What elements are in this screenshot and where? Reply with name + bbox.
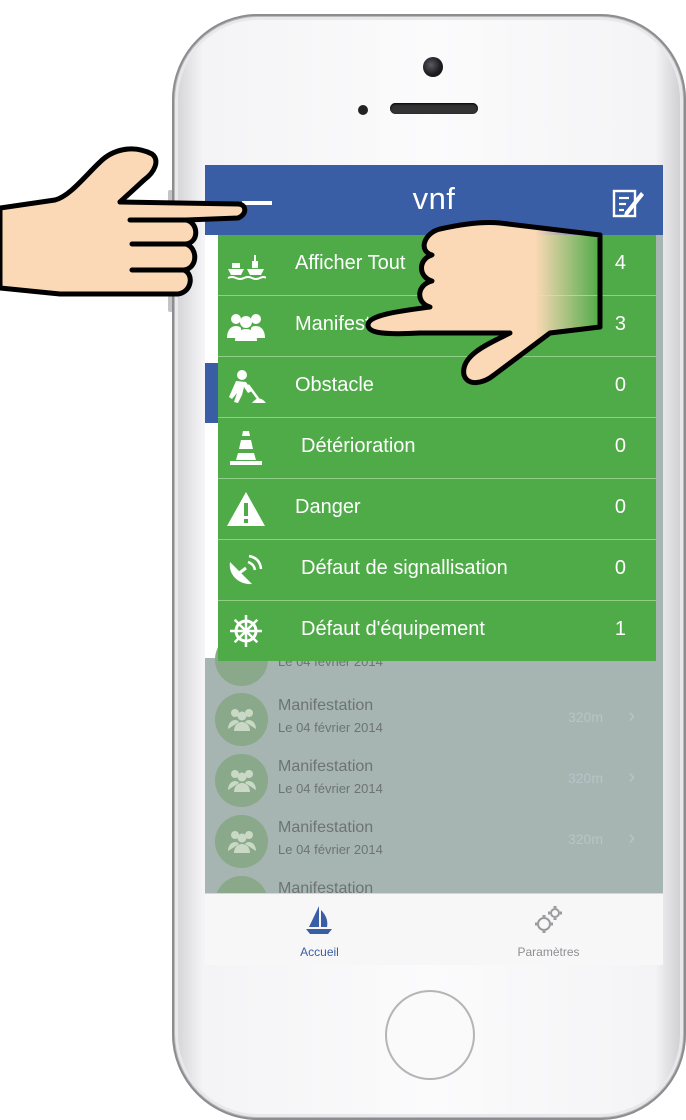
satellite-dish-icon	[229, 554, 263, 585]
list-item[interactable]: Manifestation Le 04 février 2014 320m ›	[205, 750, 663, 811]
warning-icon	[227, 492, 265, 526]
list-item-date: Le 04 février 2014	[278, 781, 383, 796]
menu-item-defaut-signallisation[interactable]: Défaut de signallisation 0	[218, 540, 656, 601]
crowd-icon	[215, 815, 268, 868]
menu-item-count: 0	[614, 557, 626, 579]
menu-item-label: Détérioration	[301, 435, 416, 457]
chevron-right-icon: ›	[628, 766, 635, 788]
list-item-title: Manifestation	[278, 697, 374, 714]
menu-item-count: 3	[614, 313, 626, 335]
tab-bar: Accueil Paramètres	[205, 893, 663, 965]
home-button[interactable]	[385, 990, 475, 1080]
sailboat-icon	[306, 906, 332, 934]
gears-icon	[535, 906, 562, 933]
menu-item-label: Danger	[295, 496, 361, 518]
menu-item-deterioration[interactable]: Détérioration 0	[218, 418, 656, 479]
pointing-hand-right	[365, 220, 603, 385]
menu-item-label: Défaut de signallisation	[301, 557, 508, 579]
ship-wheel-icon	[230, 615, 262, 647]
list-item-distance: 320m	[567, 770, 603, 786]
menu-item-count: 1	[614, 618, 626, 640]
list-item-date: Le 04 février 2014	[278, 720, 383, 735]
menu-item-count: 0	[614, 374, 626, 396]
list-item-distance: 320m	[567, 709, 603, 725]
front-camera	[423, 57, 443, 77]
tab-label: Accueil	[300, 945, 339, 959]
crowd-icon	[215, 693, 268, 746]
list-item-title: Manifestation	[278, 819, 374, 836]
menu-item-danger[interactable]: Danger 0	[218, 479, 656, 540]
menu-item-count: 0	[614, 496, 626, 518]
list-item[interactable]: Manifestation Le 04 février 2014 320m ›	[205, 811, 663, 872]
crowd-icon	[215, 754, 268, 807]
list-item-title: Manifestation	[278, 758, 374, 775]
list-item-date: Le 04 février 2014	[278, 842, 383, 857]
selected-indicator	[205, 363, 218, 423]
compose-icon[interactable]	[611, 186, 645, 220]
worker-icon	[229, 370, 266, 403]
list-item-distance: 320m	[567, 831, 603, 847]
tab-parametres[interactable]: Paramètres	[434, 894, 663, 965]
earpiece-speaker	[390, 103, 478, 114]
pointing-hand-left	[0, 146, 248, 297]
chevron-right-icon: ›	[628, 705, 635, 727]
traffic-cone-icon	[230, 431, 262, 465]
menu-item-defaut-equipement[interactable]: Défaut d'équipement 1	[218, 601, 656, 662]
proximity-sensor	[358, 105, 368, 115]
nav-title: vnf	[412, 181, 456, 216]
menu-item-count: 0	[614, 435, 626, 457]
tab-accueil[interactable]: Accueil	[205, 894, 434, 965]
chevron-right-icon: ›	[628, 827, 635, 849]
list-item[interactable]: Manifestation Le 04 février 2014 320m ›	[205, 689, 663, 750]
menu-item-count: 4	[614, 252, 626, 274]
tab-label: Paramètres	[517, 945, 580, 959]
menu-item-label: Défaut d'équipement	[301, 618, 485, 640]
